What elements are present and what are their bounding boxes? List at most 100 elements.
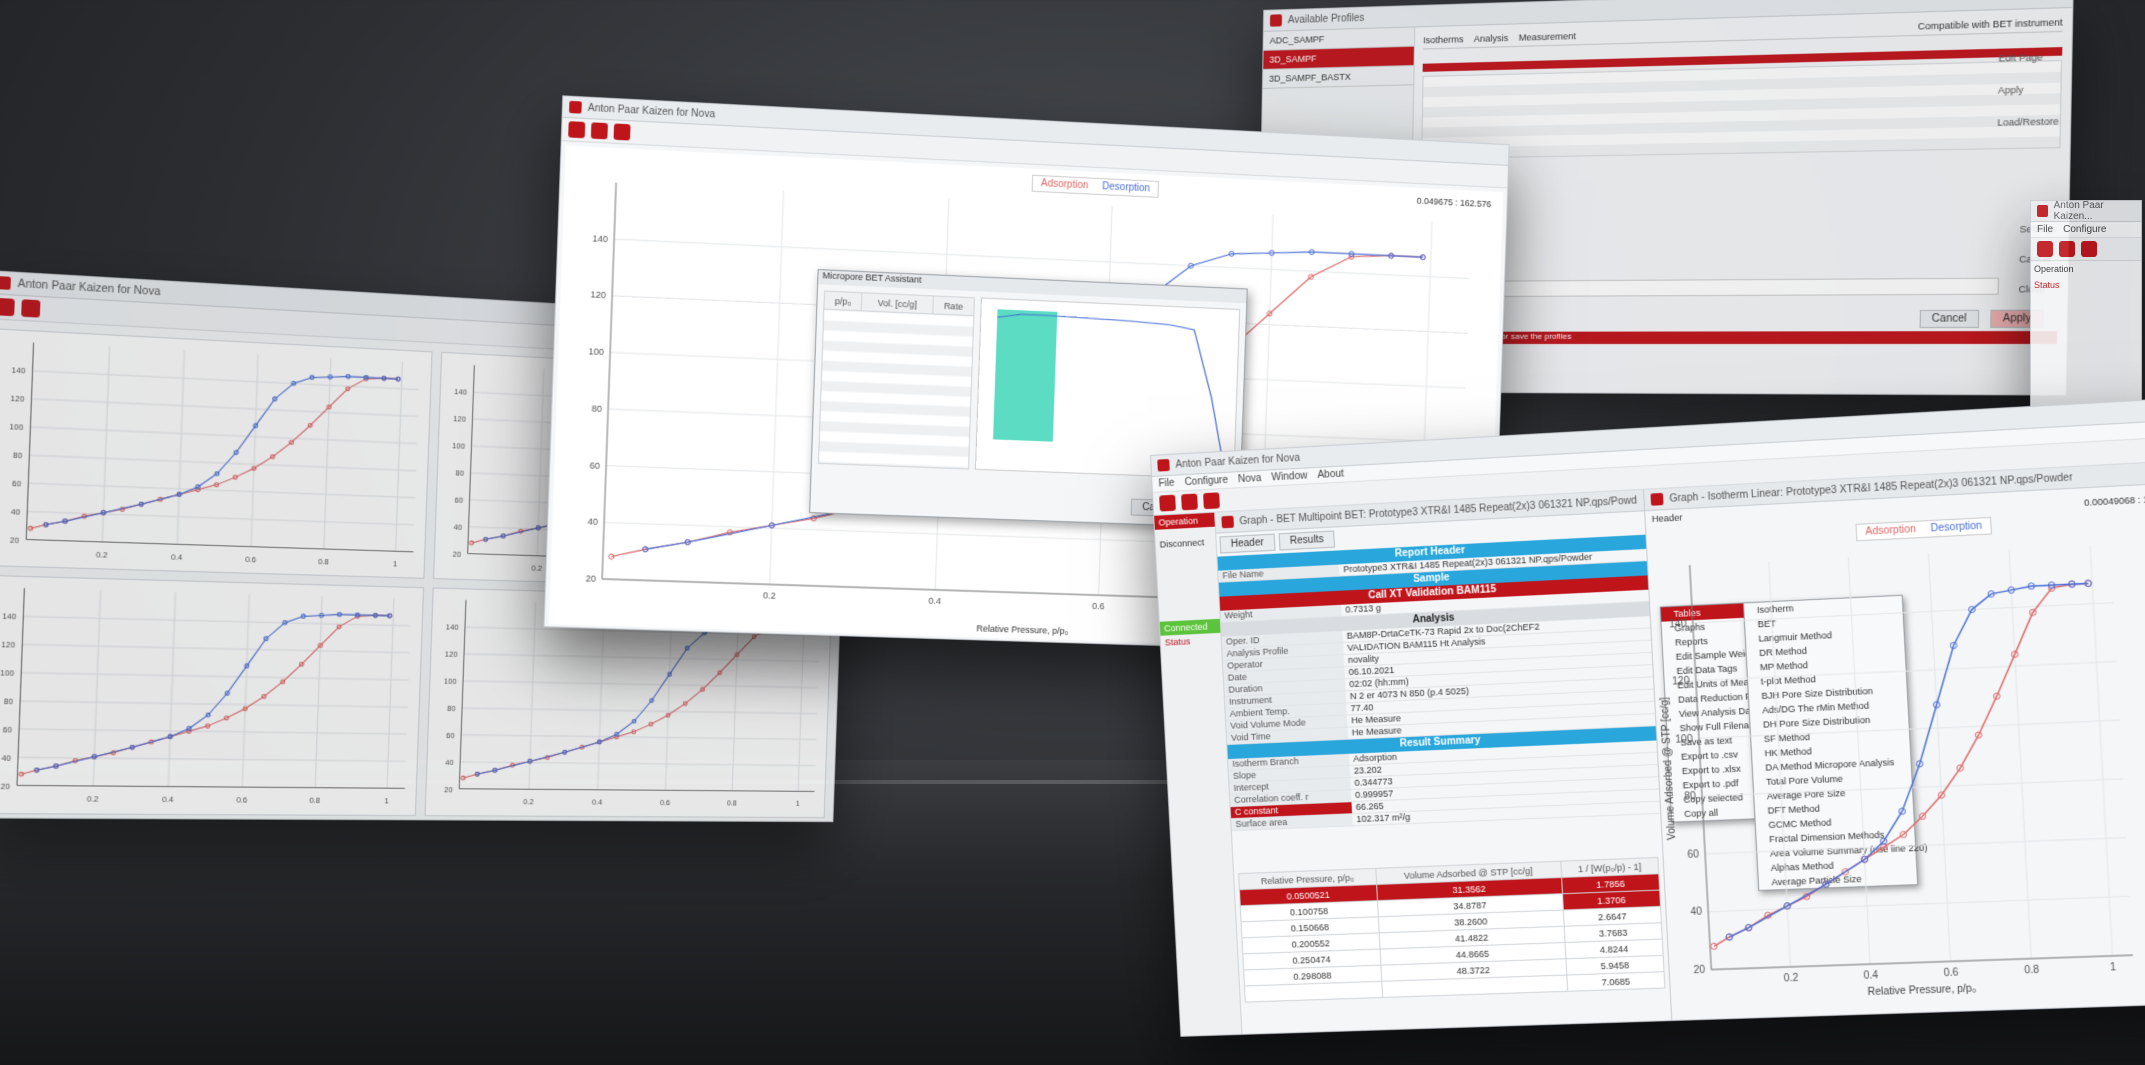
x-tick-label: 0.4	[928, 596, 941, 606]
gridline	[33, 371, 420, 390]
y-tick-label: 120	[453, 416, 466, 424]
app-logo-icon	[1157, 458, 1170, 472]
menu-file[interactable]: File	[2037, 224, 2053, 235]
x-axis	[1711, 955, 2133, 969]
new-icon[interactable]	[568, 121, 586, 139]
x-axis	[459, 789, 814, 792]
gridline	[1693, 603, 2114, 623]
tab-header[interactable]: Header	[1219, 533, 1276, 554]
y-tick-label: 60	[454, 497, 463, 505]
print-icon[interactable]	[1203, 492, 1220, 510]
y-tick-label: 20	[0, 783, 10, 791]
menu-nova[interactable]: Nova	[1238, 473, 1262, 485]
menu-file[interactable]: File	[1158, 478, 1175, 490]
y-tick-label: 20	[1693, 965, 1706, 977]
y-tick-label: 20	[10, 537, 20, 545]
operation-label: Operation	[1154, 512, 1215, 530]
gridline	[1928, 553, 1950, 961]
data-point-adsorption	[28, 526, 32, 530]
menu-about[interactable]: About	[1317, 468, 1344, 481]
y-tick-label: 40	[587, 517, 598, 528]
tab-measurement[interactable]: Measurement	[1519, 31, 1577, 43]
gridline	[20, 701, 408, 707]
y-tick-label: 80	[1684, 791, 1697, 803]
x-tick-label: 0.2	[1784, 973, 1800, 985]
y-tick-label: 100	[588, 346, 604, 357]
y-tick-label: 80	[447, 706, 456, 714]
series-line-adsorption	[463, 618, 800, 781]
compatibility-label: Compatible with BET instrument	[1917, 16, 2063, 32]
legend-desorption: Desorption	[1930, 520, 1983, 535]
gridline	[251, 354, 258, 547]
gridline	[463, 681, 818, 688]
y-tick-label: 120	[590, 290, 606, 301]
edit-page-button[interactable]: Edit Page	[1998, 51, 2060, 64]
save-icon[interactable]	[1181, 493, 1198, 511]
gridline	[177, 350, 184, 544]
gridline	[31, 399, 418, 417]
cancel-bottom-button[interactable]: Cancel	[1919, 309, 1980, 329]
window-title: Available Profiles	[1287, 12, 1365, 26]
load-restore-button[interactable]: Load/Restore	[1997, 116, 2059, 128]
legend-adsorption: Adsorption	[1040, 178, 1089, 192]
table-row[interactable]	[818, 309, 974, 470]
y-tick-label: 60	[1687, 849, 1700, 861]
x-tick-label: 0.2	[87, 796, 99, 804]
menu-configure[interactable]: Configure	[1184, 475, 1228, 488]
x-tick-label: 0.8	[309, 798, 320, 806]
y-tick-label: 20	[585, 573, 596, 584]
app-logo-icon	[0, 276, 11, 290]
cell: 7.0685	[1566, 971, 1665, 992]
menu-window[interactable]: Window	[1271, 470, 1307, 483]
gridline	[464, 654, 819, 662]
cell	[1244, 981, 1383, 1003]
series-line-desorption	[477, 618, 800, 777]
gridline	[2090, 545, 2112, 956]
x-axis-title: Relative Pressure, p/p₀	[1867, 983, 1976, 998]
front-main-window: Anton Paar Kaizen for Nova File Configur…	[1150, 397, 2145, 1037]
gridline	[21, 673, 409, 680]
y-tick-label: 40	[445, 760, 454, 768]
new-icon[interactable]	[0, 297, 15, 317]
new-icon[interactable]	[2037, 241, 2053, 257]
status-label: Status	[2034, 280, 2060, 290]
print-icon[interactable]	[2081, 241, 2097, 257]
y-tick-label: 20	[452, 551, 461, 559]
new-icon[interactable]	[1159, 494, 1176, 512]
gridline	[22, 645, 409, 653]
y-tick-label: 120	[10, 396, 24, 404]
app-logo-icon	[1269, 14, 1283, 27]
x-tick-label: 0.2	[523, 799, 534, 806]
x-axis	[17, 786, 405, 789]
tab-isotherms[interactable]: Isotherms	[1423, 34, 1464, 45]
save-icon[interactable]	[590, 122, 608, 140]
mini-graph-3: 20 40 60 80 100 120 140 0.2 0.4 0.6 0.8 1	[0, 575, 425, 816]
y-tick-label: 120	[1672, 676, 1690, 688]
x-tick-label: 0.6	[1943, 967, 1959, 979]
gridline	[29, 455, 416, 471]
x-tick-label: 0.8	[318, 559, 329, 567]
mini-chart-3: 20 40 60 80 100 120 140 0.2 0.4 0.6 0.8 1	[0, 576, 423, 806]
x-tick-label: 0.2	[531, 565, 542, 573]
tab-results[interactable]: Results	[1278, 530, 1336, 551]
save-icon[interactable]	[2059, 241, 2075, 257]
profile-input[interactable]	[1418, 277, 2000, 298]
x-tick-label: 0.8	[727, 801, 737, 808]
y-tick-label: 140	[446, 625, 459, 633]
isotherm-legend: Adsorption Desorption	[1855, 516, 1993, 542]
menu-configure[interactable]: Configure	[2063, 224, 2106, 235]
list-item[interactable]: 3D_SAMPF_BASTX	[1262, 66, 1414, 89]
x-tick-label: 1	[2110, 962, 2117, 974]
gridline	[30, 427, 417, 444]
y-tick-label: 60	[446, 733, 455, 741]
tab-analysis[interactable]: Analysis	[1474, 33, 1509, 44]
y-axis	[17, 589, 24, 786]
screenshot-scene: Available Profiles ADC_SAMPF 3D_SAMPF 3D…	[0, 0, 2145, 1065]
gridline	[396, 362, 403, 552]
save-icon[interactable]	[21, 299, 41, 318]
print-icon[interactable]	[613, 123, 631, 141]
x-tick-label: 0.4	[592, 800, 603, 807]
graph-icon	[1650, 492, 1664, 506]
y-axis	[26, 343, 33, 540]
apply-button[interactable]: Apply	[1998, 84, 2060, 96]
